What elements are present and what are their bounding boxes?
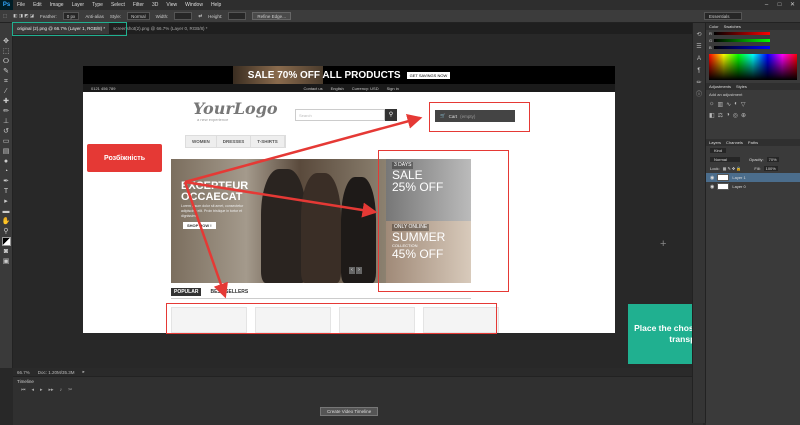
status-arrow-icon[interactable]: ▸ bbox=[83, 369, 85, 375]
balance-icon[interactable]: ⚖ bbox=[718, 112, 723, 119]
levels-icon[interactable]: ▥ bbox=[718, 101, 724, 108]
color-panel-tabs: Color Swatches bbox=[706, 23, 800, 30]
tab-adjustments[interactable]: Adjustments bbox=[709, 84, 731, 89]
paragraph-icon[interactable]: ¶ bbox=[695, 67, 704, 76]
lock-label: Lock: bbox=[710, 166, 720, 171]
adjustments-tabs: Adjustments Styles bbox=[706, 83, 800, 90]
layer-row-1[interactable]: ◉ Layer 1 bbox=[706, 173, 800, 182]
properties-icon[interactable]: ☰ bbox=[695, 43, 704, 52]
fill-label: Fill: bbox=[754, 166, 761, 171]
timeline-controls: ⏮ ◂ ▸ ▸▸ ♪ ✂ bbox=[21, 387, 72, 393]
arrow-to-promos bbox=[184, 180, 378, 218]
opacity-input[interactable]: 70% bbox=[766, 157, 779, 162]
opacity-label: Opacity: bbox=[749, 157, 764, 162]
info-icon[interactable]: ⓘ bbox=[695, 91, 704, 100]
layers-tabs: Layers Channels Paths bbox=[706, 139, 800, 146]
audio-icon[interactable]: ♪ bbox=[60, 387, 63, 393]
timeline-panel: Timeline ⏮ ◂ ▸ ▸▸ ♪ ✂ Create Video Timel… bbox=[13, 376, 703, 425]
lock-icons[interactable]: ▦ ✎ ✥ 🔒 bbox=[723, 166, 742, 171]
eye-icon[interactable]: ◉ bbox=[710, 184, 714, 190]
next-frame-icon[interactable]: ▸▸ bbox=[49, 387, 54, 393]
brightness-icon[interactable]: ☼ bbox=[709, 101, 715, 108]
right-panels: Color Swatches R G B Adjustments Styles … bbox=[706, 23, 800, 425]
adjustment-icons-2: ◧ ⚖ ◑ ◎ ⊕ bbox=[706, 110, 800, 121]
tab-styles[interactable]: Styles bbox=[736, 84, 747, 89]
get-savings-button[interactable]: GET SAVINGS NOW bbox=[406, 71, 451, 79]
curves-icon[interactable]: ∿ bbox=[726, 101, 731, 108]
panel-dock: ⟲ ☰ A ¶ ✏ ⓘ bbox=[692, 23, 706, 423]
cut-icon[interactable]: ✂ bbox=[68, 387, 72, 393]
create-video-timeline-button[interactable]: Create Video Timeline bbox=[320, 407, 379, 416]
bw-icon[interactable]: ◑ bbox=[726, 112, 730, 119]
zoom-level[interactable]: 66.7% bbox=[17, 370, 30, 375]
arrow-to-cart bbox=[184, 114, 423, 184]
slider-green[interactable]: G bbox=[706, 37, 800, 44]
difference-callout: Розбіжність bbox=[87, 144, 162, 172]
blend-row: Normal Opacity: 70% bbox=[706, 155, 800, 164]
character-icon[interactable]: A bbox=[695, 55, 704, 64]
photo-filter-icon[interactable]: ◎ bbox=[733, 112, 738, 119]
color-spectrum[interactable] bbox=[709, 54, 797, 80]
adjustment-icons: ☼ ▥ ∿ ◐ ▽ bbox=[706, 99, 800, 110]
tab-color[interactable]: Color bbox=[709, 24, 719, 29]
exposure-icon[interactable]: ◐ bbox=[734, 101, 738, 108]
tab-layers[interactable]: Layers bbox=[709, 140, 721, 145]
play-icon[interactable]: ▸ bbox=[40, 387, 43, 393]
doc-size: Doc: 1.20M/35.3M bbox=[37, 369, 75, 375]
mixer-icon[interactable]: ⊕ bbox=[741, 112, 746, 119]
tab-channels[interactable]: Channels bbox=[726, 140, 743, 145]
sale-text: SALE 70% OFF ALL PRODUCTS bbox=[247, 69, 401, 81]
brush-panel-icon[interactable]: ✏ bbox=[695, 79, 704, 88]
tab-paths[interactable]: Paths bbox=[748, 140, 758, 145]
hue-icon[interactable]: ◧ bbox=[709, 112, 715, 119]
status-bar: 66.7% Doc: 1.20M/35.3M ▸ bbox=[13, 368, 703, 376]
timeline-title: Timeline bbox=[17, 379, 34, 384]
fill-input[interactable]: 100% bbox=[763, 166, 778, 171]
layer-thumbnail bbox=[717, 183, 730, 190]
layer-thumbnail bbox=[717, 174, 730, 181]
layer-filter-row: Kind bbox=[706, 146, 800, 155]
slider-red[interactable]: R bbox=[706, 30, 800, 37]
layer-name: Layer 1 bbox=[732, 175, 746, 180]
lock-row: Lock: ▦ ✎ ✥ 🔒 Fill: 100% bbox=[706, 164, 800, 173]
vibrance-icon[interactable]: ▽ bbox=[741, 101, 746, 108]
first-frame-icon[interactable]: ⏮ bbox=[21, 387, 26, 393]
slider-blue[interactable]: B bbox=[706, 44, 800, 51]
adjustments-title: Add an adjustment bbox=[709, 92, 743, 97]
filter-kind-select[interactable]: Kind bbox=[710, 148, 727, 153]
prev-frame-icon[interactable]: ◂ bbox=[32, 387, 35, 393]
blend-mode-select[interactable]: Normal bbox=[710, 157, 740, 162]
arrow-to-products bbox=[183, 181, 228, 299]
history-icon[interactable]: ⟲ bbox=[695, 31, 704, 40]
tab-swatches[interactable]: Swatches bbox=[724, 24, 741, 29]
layer-row-0[interactable]: ◉ Layer 0 bbox=[706, 182, 800, 191]
layer-name: Layer 0 bbox=[732, 184, 746, 189]
eye-icon[interactable]: ◉ bbox=[710, 175, 714, 181]
